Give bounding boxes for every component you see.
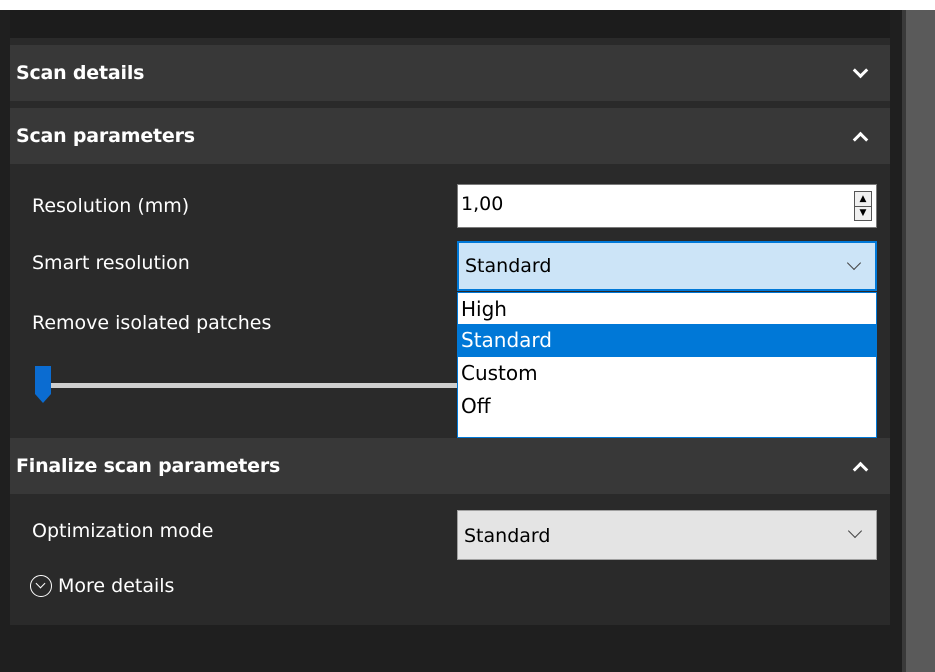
- dropdown-option-high[interactable]: High: [458, 293, 876, 324]
- remove-isolated-patches-label: Remove isolated patches: [32, 312, 272, 334]
- more-details-label: More details: [58, 575, 175, 597]
- resolution-value: 1,00: [461, 193, 504, 215]
- optimization-mode-select[interactable]: Standard: [457, 510, 877, 560]
- chevron-up-icon[interactable]: [852, 461, 869, 477]
- optimization-mode-value: Standard: [464, 525, 551, 547]
- chevron-down-icon: [846, 255, 862, 271]
- optimization-mode-label: Optimization mode: [32, 520, 214, 542]
- section-title-finalize: Finalize scan parameters: [16, 455, 281, 477]
- section-title-scan-parameters: Scan parameters: [16, 125, 195, 147]
- settings-panel: Scan details Scan parameters Resolution …: [0, 10, 902, 672]
- section-header-finalize-scan-parameters[interactable]: Finalize scan parameters: [10, 438, 890, 494]
- spin-up-icon[interactable]: ▲: [855, 192, 871, 207]
- window-top-edge: [0, 0, 935, 10]
- chevron-down-icon: [847, 523, 863, 539]
- chevron-down-icon[interactable]: [852, 62, 869, 78]
- more-details-toggle[interactable]: More details: [30, 575, 174, 597]
- smart-resolution-dropdown-list: High Standard Custom Off: [457, 292, 877, 438]
- spin-down-icon[interactable]: ▼: [855, 206, 871, 220]
- dropdown-option-off[interactable]: Off: [458, 390, 876, 423]
- smart-resolution-select[interactable]: Standard: [457, 241, 877, 291]
- resolution-label: Resolution (mm): [32, 195, 190, 217]
- smart-resolution-label: Smart resolution: [32, 252, 190, 274]
- settings-panel-inner: Scan details Scan parameters Resolution …: [10, 10, 890, 625]
- resolution-input[interactable]: 1,00 ▲ ▼: [457, 184, 877, 228]
- section-header-scan-parameters[interactable]: Scan parameters: [10, 108, 890, 164]
- smart-resolution-value: Standard: [465, 255, 552, 277]
- panel-top-bar: [10, 10, 890, 38]
- gutter-edge: [902, 10, 906, 672]
- remove-isolated-patches-slider-thumb[interactable]: [35, 366, 51, 403]
- remove-isolated-patches-slider-track[interactable]: [46, 383, 461, 388]
- right-gutter: [902, 10, 935, 672]
- section-title-scan-details: Scan details: [16, 62, 145, 84]
- section-header-scan-details[interactable]: Scan details: [10, 45, 890, 101]
- resolution-spinner[interactable]: ▲ ▼: [854, 191, 872, 221]
- chevron-up-icon[interactable]: [852, 131, 869, 147]
- dropdown-option-custom[interactable]: Custom: [458, 357, 876, 390]
- circle-chevron-down-icon[interactable]: [30, 575, 52, 597]
- dropdown-option-standard[interactable]: Standard: [458, 324, 876, 357]
